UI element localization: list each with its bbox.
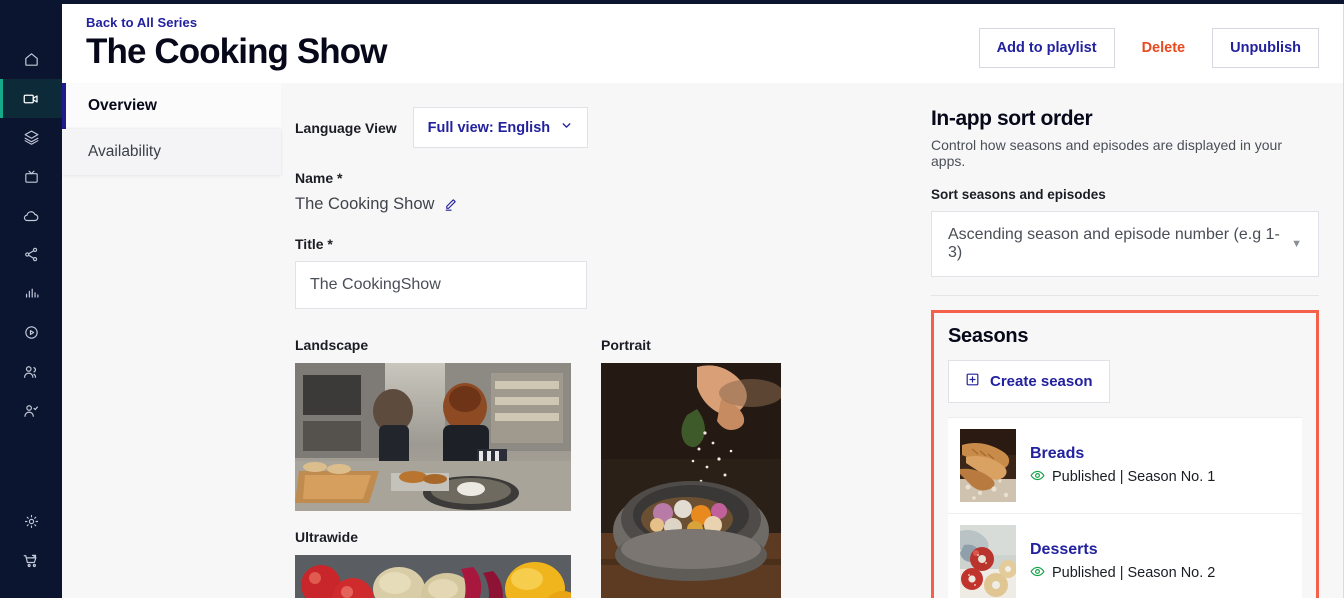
sidebar-item-distribution[interactable]: [0, 235, 62, 274]
page-header: Back to All Series The Cooking Show Add …: [62, 0, 1343, 84]
cloud-icon: [22, 207, 40, 225]
season-thumbnail: [960, 429, 1016, 503]
create-season-button[interactable]: Create season: [948, 360, 1110, 404]
tv-icon: [23, 168, 40, 185]
sort-seasons-label: Sort seasons and episodes: [931, 187, 1106, 203]
title-label: Title *: [295, 236, 333, 253]
season-row-desserts[interactable]: Desserts Published | Season No. 2: [948, 513, 1302, 598]
chevron-down-icon: [560, 119, 573, 136]
ultrawide-label: Ultrawide: [295, 529, 359, 546]
sidebar-item-player[interactable]: [0, 313, 62, 352]
primary-sidebar: [0, 0, 62, 598]
language-view-value: Full view: English: [427, 119, 551, 136]
user-check-icon: [22, 402, 40, 420]
seasons-section: Seasons Create season Breads Published |…: [931, 310, 1319, 598]
season-info: Breads Published | Season No. 1: [1030, 445, 1215, 487]
sidebar-item-settings[interactable]: [0, 502, 62, 541]
season-meta-text: Published | Season No. 2: [1052, 565, 1216, 582]
sidebar-item-channels[interactable]: [0, 157, 62, 196]
shopping-cart-icon: [22, 552, 40, 570]
layers-icon: [23, 129, 40, 146]
sidebar-item-collections[interactable]: [0, 118, 62, 157]
content-shell: Back to All Series The Cooking Show Add …: [62, 0, 1344, 598]
gear-icon: [23, 513, 40, 530]
app-root: Back to All Series The Cooking Show Add …: [0, 0, 1344, 598]
header-actions: Add to playlist Delete Unpublish: [978, 14, 1319, 68]
sidebar-item-marketplace[interactable]: [0, 541, 62, 580]
section-tabs: Overview Availability: [62, 83, 281, 598]
portrait-label: Portrait: [601, 337, 651, 354]
season-status: Published | Season No. 1: [1030, 468, 1215, 487]
sidebar-item-audience[interactable]: [0, 352, 62, 391]
top-accent-strip: [62, 0, 1344, 4]
sidebar-bottom-items: [0, 502, 62, 598]
season-status: Published | Season No. 2: [1030, 564, 1215, 583]
play-circle-icon: [23, 324, 40, 341]
edit-pencil-icon[interactable]: [443, 197, 458, 212]
sidebar-item-access[interactable]: [0, 391, 62, 430]
season-row-breads[interactable]: Breads Published | Season No. 1: [948, 417, 1302, 514]
eye-icon: [1030, 564, 1045, 583]
sort-order-value: Ascending season and episode number (e.g…: [948, 226, 1280, 262]
artwork-left-column: Landscape Ultrawide: [295, 337, 571, 598]
page-body: Overview Availability Language View Full…: [62, 83, 1343, 598]
portrait-image[interactable]: [601, 363, 781, 598]
create-season-label: Create season: [990, 373, 1093, 391]
analytics-bars-icon: [23, 285, 40, 302]
home-icon: [23, 51, 40, 68]
name-value: The Cooking Show: [295, 195, 435, 214]
season-name[interactable]: Desserts: [1030, 541, 1215, 559]
language-view-row: Language View Full view: English: [295, 107, 885, 149]
seasons-heading: Seasons: [948, 325, 1029, 348]
video-camera-icon: [22, 90, 40, 108]
caret-down-icon: ▼: [1291, 238, 1302, 251]
plus-square-icon: [965, 372, 980, 391]
sidebar-item-home[interactable]: [0, 40, 62, 79]
language-view-label: Language View: [295, 119, 397, 136]
tab-availability[interactable]: Availability: [62, 129, 281, 176]
season-info: Desserts Published | Season No. 2: [1030, 541, 1215, 583]
right-panel: In-app sort order Control how seasons an…: [915, 83, 1343, 598]
sidebar-item-storage[interactable]: [0, 196, 62, 235]
landscape-image[interactable]: [295, 363, 571, 512]
overview-form: Language View Full view: English Name * …: [281, 83, 915, 598]
add-to-playlist-button[interactable]: Add to playlist: [978, 28, 1115, 68]
in-app-sort-order-description: Control how seasons and episodes are dis…: [931, 137, 1282, 170]
artwork-right-column: Portrait: [601, 337, 781, 598]
sort-order-select[interactable]: Ascending season and episode number (e.g…: [931, 211, 1319, 278]
delete-button[interactable]: Delete: [1123, 29, 1205, 67]
ultrawide-image[interactable]: [295, 555, 571, 598]
season-thumbnail: [960, 525, 1016, 598]
tab-overview[interactable]: Overview: [62, 83, 281, 130]
page-title: The Cooking Show: [86, 32, 387, 71]
sidebar-item-videos[interactable]: [0, 79, 62, 118]
season-name[interactable]: Breads: [1030, 445, 1215, 463]
artwork-grid: Landscape Ultrawide Portrait: [295, 337, 885, 598]
back-to-all-series-link[interactable]: Back to All Series: [86, 15, 197, 30]
in-app-sort-order-heading: In-app sort order: [931, 107, 1093, 131]
name-label: Name *: [295, 170, 343, 187]
landscape-label: Landscape: [295, 337, 369, 354]
sidebar-item-analytics[interactable]: [0, 274, 62, 313]
share-icon: [23, 246, 40, 263]
language-view-select[interactable]: Full view: English: [412, 107, 589, 149]
unpublish-button[interactable]: Unpublish: [1212, 28, 1319, 68]
eye-icon: [1030, 468, 1045, 487]
header-left: Back to All Series The Cooking Show: [86, 14, 387, 71]
sidebar-main-items: [0, 0, 62, 430]
season-meta-text: Published | Season No. 1: [1052, 469, 1216, 486]
title-input[interactable]: [295, 261, 587, 310]
users-icon: [22, 363, 40, 381]
season-list: Breads Published | Season No. 1 Desserts…: [948, 417, 1302, 598]
panel-divider: [931, 295, 1319, 297]
name-value-row: The Cooking Show: [295, 195, 885, 214]
